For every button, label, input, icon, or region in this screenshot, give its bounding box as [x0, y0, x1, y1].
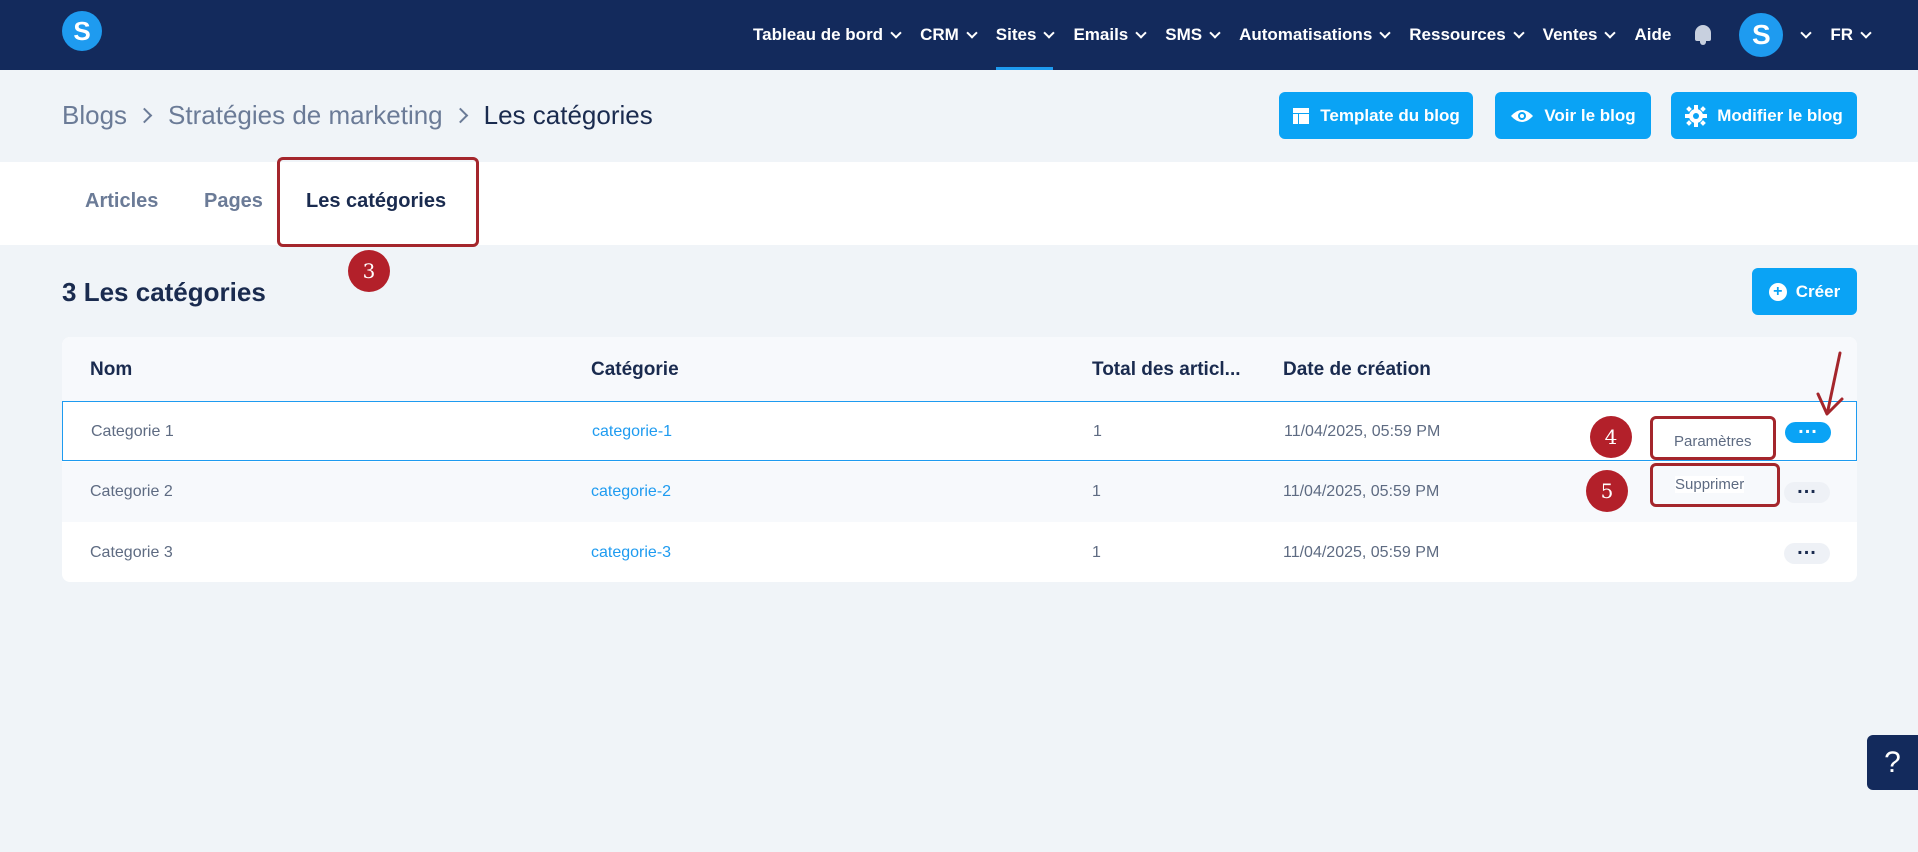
chevron-down-icon	[1209, 26, 1221, 39]
create-category-button[interactable]: + Créer	[1752, 268, 1857, 315]
app-logo[interactable]: S	[62, 11, 102, 51]
edit-blog-label: Modifier le blog	[1717, 105, 1843, 125]
category-name: Categorie 1	[91, 423, 174, 440]
nav-ressources[interactable]: Ressources	[1409, 0, 1525, 70]
edit-blog-button[interactable]: Modifier le blog	[1671, 92, 1857, 139]
plus-circle-icon: +	[1768, 282, 1787, 301]
chevron-down-icon	[1043, 26, 1056, 39]
chevron-down-icon	[966, 26, 978, 39]
language-selector[interactable]: FR	[1830, 0, 1872, 70]
breadcrumb-blogs[interactable]: Blogs	[62, 100, 127, 131]
chevron-down-icon	[1800, 26, 1812, 39]
article-total: 1	[1092, 544, 1101, 561]
view-blog-label: Voir le blog	[1544, 105, 1636, 125]
avatar[interactable]: S	[1739, 13, 1784, 57]
nav-label: CRM	[920, 25, 959, 44]
annotation-highlight-tab	[277, 157, 479, 247]
column-header-date[interactable]: Date de création	[1283, 359, 1431, 381]
row-actions-button[interactable]: ...	[1784, 477, 1830, 503]
nav-label: Sites	[995, 25, 1037, 44]
section-title: 3 Les catégories	[62, 277, 266, 308]
annotation-arrow-icon	[1816, 351, 1844, 416]
annotation-step-5: 5	[1586, 470, 1628, 512]
nav-label: Ventes	[1542, 25, 1598, 44]
template-blog-button[interactable]: Template du blog	[1279, 92, 1473, 139]
chevron-down-icon	[1513, 26, 1525, 39]
help-button[interactable]: ?	[1867, 735, 1918, 790]
breadcrumb-current: Les catégories	[483, 100, 653, 130]
annotation-step-3: 3	[348, 250, 390, 292]
annotation-highlight-settings	[1650, 416, 1776, 460]
category-name: Categorie 2	[90, 483, 173, 500]
nav-label: Emails	[1073, 25, 1129, 44]
table-row[interactable]: Categorie 1 categorie-1 1 11/04/2025, 05…	[62, 401, 1857, 461]
breadcrumb-blog[interactable]: Stratégies de marketing	[168, 100, 443, 131]
main-nav: Tableau de bord CRM Sites Emails SMS Aut…	[733, 0, 1872, 70]
category-name: Categorie 3	[90, 544, 173, 561]
gear-icon	[1685, 104, 1708, 127]
created-date: 11/04/2025, 05:59 PM	[1283, 483, 1440, 500]
nav-label: SMS	[1165, 25, 1203, 44]
column-header-name[interactable]: Nom	[90, 359, 132, 381]
table-header: Nom Catégorie Total des articl... Date d…	[62, 337, 1857, 401]
nav-emails[interactable]: Emails	[1073, 0, 1147, 70]
article-total: 1	[1093, 423, 1102, 440]
created-date: 11/04/2025, 05:59 PM	[1283, 544, 1440, 561]
chevron-down-icon	[890, 26, 902, 39]
row-actions-button[interactable]: ...	[1785, 417, 1831, 443]
nav-label: Ressources	[1409, 25, 1506, 44]
nav-sms[interactable]: SMS	[1165, 0, 1221, 70]
breadcrumb: Blogs Stratégies de marketing Les catégo…	[62, 100, 653, 131]
article-total: 1	[1092, 483, 1101, 500]
annotation-step-4: 4	[1590, 416, 1632, 458]
nav-label: Aide	[1634, 25, 1672, 44]
eye-icon	[1511, 109, 1534, 122]
chevron-down-icon	[1860, 26, 1872, 39]
annotation-highlight-delete	[1650, 463, 1780, 507]
nav-label: Tableau de bord	[753, 25, 884, 44]
categories-table: Nom Catégorie Total des articl... Date d…	[62, 337, 1857, 582]
language-label: FR	[1830, 25, 1853, 44]
nav-sites[interactable]: Sites	[995, 0, 1056, 70]
bell-icon[interactable]	[1693, 24, 1713, 46]
column-header-total[interactable]: Total des articl...	[1092, 359, 1241, 381]
view-blog-button[interactable]: Voir le blog	[1495, 92, 1651, 139]
nav-label: Automatisations	[1239, 25, 1373, 44]
nav-crm[interactable]: CRM	[920, 0, 978, 70]
tab-articles[interactable]: Articles	[85, 190, 158, 213]
template-blog-label: Template du blog	[1320, 105, 1460, 125]
chevron-down-icon	[1135, 26, 1147, 39]
nav-automatisations[interactable]: Automatisations	[1239, 0, 1391, 70]
chevron-down-icon	[1379, 26, 1391, 39]
layout-icon	[1293, 107, 1310, 124]
top-nav-bar: S Tableau de bord CRM Sites Emails SMS A…	[0, 0, 1918, 70]
nav-ventes[interactable]: Ventes	[1542, 0, 1617, 70]
category-slug-link[interactable]: categorie-1	[592, 423, 672, 441]
created-date: 11/04/2025, 05:59 PM	[1284, 423, 1441, 440]
create-label: Créer	[1795, 281, 1841, 301]
column-header-category[interactable]: Catégorie	[591, 359, 679, 381]
chevron-down-icon	[1604, 26, 1617, 39]
avatar-menu-toggle[interactable]	[1793, 0, 1812, 70]
category-slug-link[interactable]: categorie-3	[591, 544, 671, 562]
category-count: 3	[62, 277, 77, 307]
table-row[interactable]: Categorie 3 categorie-3 1 11/04/2025, 05…	[62, 523, 1857, 583]
nav-tableau-de-bord[interactable]: Tableau de bord	[753, 0, 902, 70]
category-slug-link[interactable]: categorie-2	[591, 483, 671, 501]
nav-aide[interactable]: Aide	[1634, 0, 1671, 70]
chevron-right-icon	[136, 107, 153, 124]
row-actions-button[interactable]: ...	[1784, 538, 1830, 564]
tab-pages[interactable]: Pages	[204, 190, 263, 213]
section-title-text: Les catégories	[83, 277, 266, 307]
chevron-right-icon	[452, 107, 468, 124]
